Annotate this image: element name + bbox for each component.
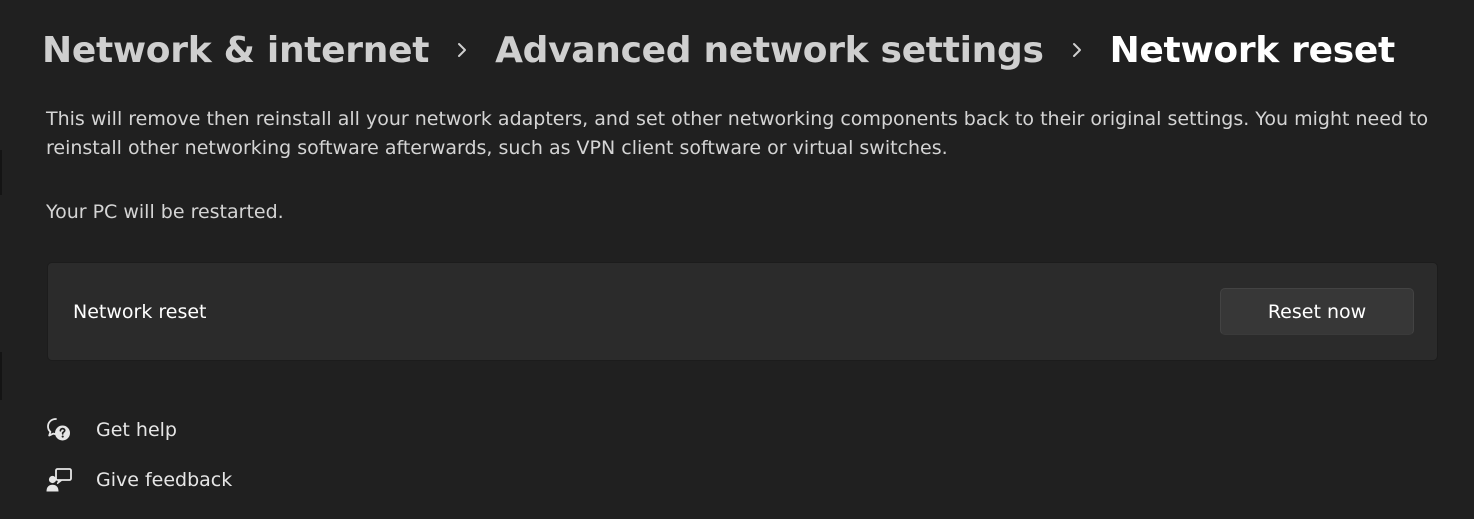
get-help-link[interactable]: Get help (44, 414, 177, 446)
reset-description: This will remove then reinstall all your… (46, 108, 1429, 159)
network-reset-card: Network reset Reset now (47, 262, 1438, 361)
breadcrumb: Network & internet Advanced network sett… (42, 22, 1395, 78)
breadcrumb-network-internet[interactable]: Network & internet (42, 30, 429, 71)
feedback-person-icon (44, 465, 74, 495)
chevron-right-icon (1044, 30, 1110, 70)
settings-page: Network & internet Advanced network sett… (0, 0, 1474, 519)
chevron-right-icon (429, 30, 495, 70)
give-feedback-label[interactable]: Give feedback (96, 466, 232, 494)
give-feedback-link[interactable]: Give feedback (44, 464, 232, 496)
network-reset-label: Network reset (73, 301, 207, 323)
reset-now-button[interactable]: Reset now (1220, 288, 1414, 335)
get-help-label[interactable]: Get help (96, 416, 177, 444)
page-title: Network reset (1109, 29, 1396, 71)
window-edge (0, 352, 2, 400)
help-chat-icon (44, 415, 74, 445)
restart-note: Your PC will be restarted. (46, 201, 284, 223)
window-edge (0, 150, 2, 195)
breadcrumb-advanced-network-settings[interactable]: Advanced network settings (495, 30, 1044, 71)
